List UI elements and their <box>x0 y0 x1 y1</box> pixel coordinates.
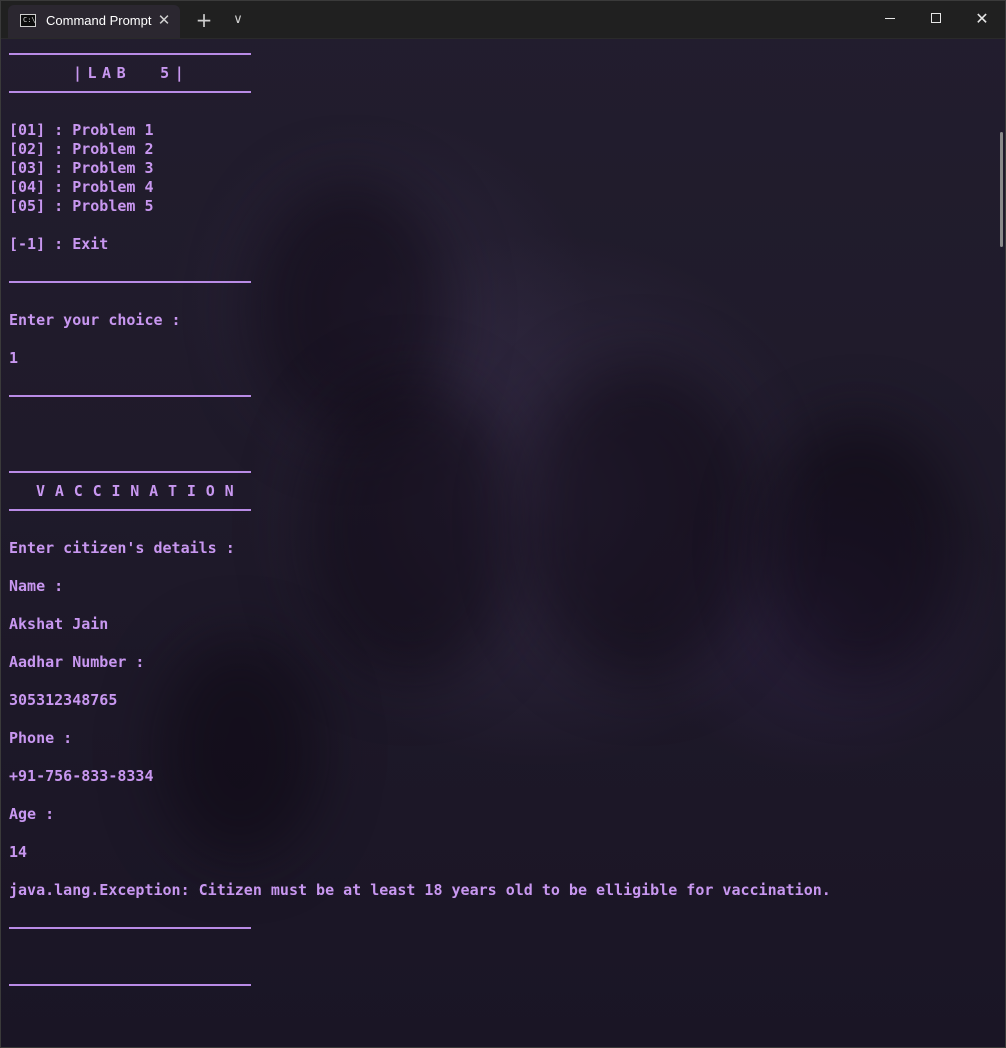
close-tab-icon[interactable]: ✕ <box>154 10 174 30</box>
menu-item: [04] : Problem 4 <box>9 178 154 196</box>
aadhar-value: 305312348765 <box>9 691 118 709</box>
terminal-icon: C:\ <box>20 14 36 27</box>
separator-rule <box>9 395 251 397</box>
aadhar-label: Aadhar Number : <box>9 653 145 671</box>
title-bar: C:\ Command Prompt ✕ + ∨ ✕ <box>0 0 1006 39</box>
terminal-window: C:\ Command Prompt ✕ + ∨ ✕ |LAB 5| [01] … <box>0 0 1006 1048</box>
age-value: 14 <box>9 843 28 861</box>
close-window-button[interactable]: ✕ <box>959 0 1005 37</box>
separator-rule <box>9 984 251 986</box>
separator-rule <box>9 927 251 929</box>
close-icon: ✕ <box>975 9 989 28</box>
menu-item: [02] : Problem 2 <box>9 140 154 158</box>
menu-title: |LAB 5| <box>73 64 190 82</box>
minimize-icon <box>885 18 895 19</box>
phone-value: +91-756-833-8334 <box>9 767 154 785</box>
phone-label: Phone : <box>9 729 73 747</box>
name-label: Name : <box>9 577 64 595</box>
tab-command-prompt[interactable]: C:\ Command Prompt ✕ <box>8 5 180 38</box>
new-tab-button[interactable]: + <box>192 9 216 31</box>
maximize-button[interactable] <box>913 0 959 37</box>
separator-rule <box>9 471 251 473</box>
menu-item: [03] : Problem 3 <box>9 159 154 177</box>
tab-title: Command Prompt <box>46 13 152 28</box>
separator-rule <box>9 281 251 283</box>
exception-message: java.lang.Exception: Citizen must be at … <box>9 881 831 899</box>
section-title: V A C C I N A T I O N <box>36 482 235 500</box>
maximize-icon <box>931 13 941 23</box>
scrollbar-thumb[interactable] <box>1000 132 1003 247</box>
menu-item: [05] : Problem 5 <box>9 197 154 215</box>
separator-rule <box>9 53 251 55</box>
age-label: Age : <box>9 805 55 823</box>
name-value: Akshat Jain <box>9 615 109 633</box>
choice-value: 1 <box>9 349 19 367</box>
details-prompt: Enter citizen's details : <box>9 539 235 557</box>
menu-item: [01] : Problem 1 <box>9 121 154 139</box>
chevron-down-icon[interactable]: ∨ <box>226 9 250 31</box>
separator-rule <box>9 509 251 511</box>
terminal-output[interactable]: |LAB 5| [01] : Problem 1 [02] : Problem … <box>0 38 1000 1048</box>
separator-rule <box>9 91 251 93</box>
menu-exit-item: [-1] : Exit <box>9 235 109 253</box>
minimize-button[interactable] <box>867 0 913 37</box>
choice-prompt: Enter your choice : <box>9 311 181 329</box>
